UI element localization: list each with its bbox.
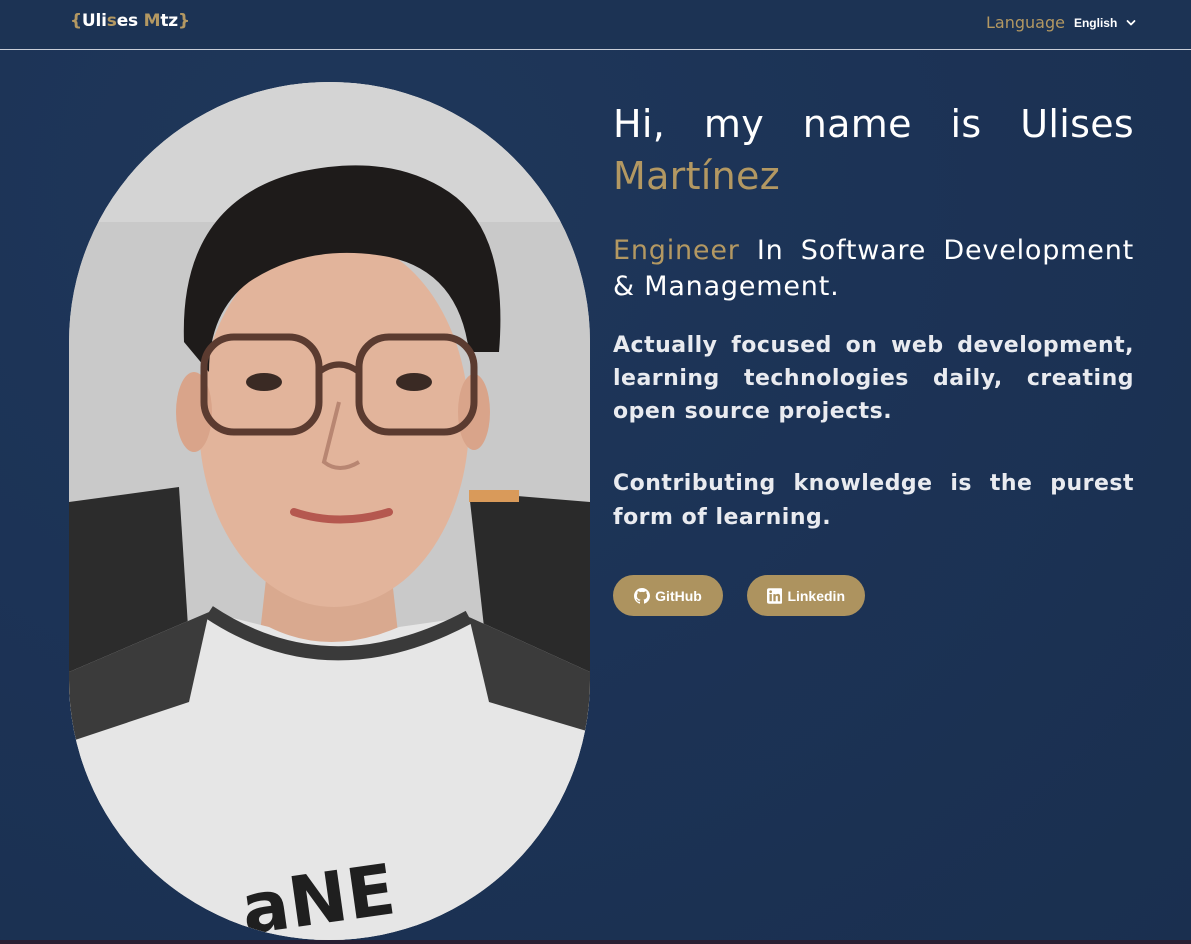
language-label: Language (986, 13, 1065, 32)
hero-description: Actually focused on web development, lea… (613, 333, 1134, 424)
brand-text: es (116, 11, 144, 31)
bottom-edge (0, 940, 1191, 944)
profile-photo-illustration: aNE (69, 82, 590, 940)
chevron-down-icon (1126, 19, 1136, 25)
github-icon (634, 587, 651, 604)
brand-logo[interactable]: {Ulises Mtz} (70, 11, 190, 31)
hero-greeting: Hi, my name is Ulises (613, 102, 1134, 146)
linkedin-button[interactable]: Linkedin (747, 575, 865, 616)
github-button[interactable]: GitHub (613, 575, 723, 616)
brand-text: Uli (81, 11, 107, 31)
linkedin-button-label: Linkedin (787, 587, 845, 604)
brand-brace-open: { (70, 11, 82, 31)
language-selected-value: English (1073, 15, 1118, 30)
brand-text: tz (160, 11, 178, 31)
language-select[interactable]: English (1074, 16, 1136, 30)
language-switcher: Language English (986, 13, 1136, 32)
navbar: {Ulises Mtz} Language English (0, 0, 1191, 50)
hero-content: Hi, my name is Ulises Martínez Engineer … (613, 100, 1134, 616)
brand-text: M (143, 11, 161, 31)
role-highlight: Engineer (613, 235, 740, 266)
brand-text: s (106, 11, 117, 31)
profile-photo: aNE (69, 82, 590, 940)
hero-role: Engineer In Software Development & Manag… (613, 233, 1134, 305)
hero-surname: Martínez (613, 154, 780, 198)
linkedin-icon (767, 587, 783, 604)
brand-brace-close: } (178, 11, 190, 31)
hero-quote: Contributing knowledge is the purest for… (613, 471, 1134, 530)
github-button-label: GitHub (655, 587, 702, 604)
social-buttons: GitHub Linkedin (613, 575, 1134, 616)
